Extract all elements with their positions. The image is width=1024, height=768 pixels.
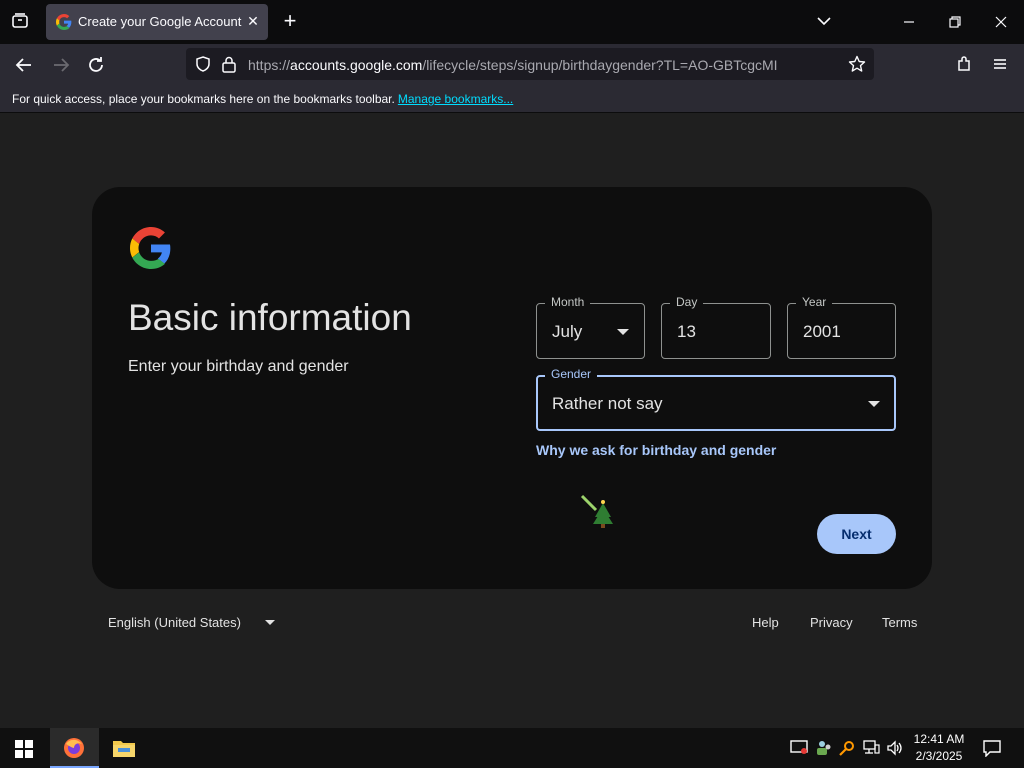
tab-bar: Create your Google Account ✕ + <box>0 0 1024 44</box>
shield-icon[interactable] <box>194 55 212 73</box>
help-link[interactable]: Help <box>752 615 779 630</box>
gender-dropdown-caret-icon <box>868 401 880 407</box>
clock-time: 12:41 AM <box>913 732 965 746</box>
page-title: Basic information <box>128 297 412 338</box>
windows-taskbar: 12:41 AM 2/3/2025 <box>0 728 1024 768</box>
url-domain: accounts.google.com <box>290 57 423 73</box>
windows-start-icon[interactable] <box>15 740 33 758</box>
signup-card: Basic information Enter your birthday an… <box>92 187 932 589</box>
tab-close-icon[interactable]: ✕ <box>242 10 264 32</box>
tray-monitor-icon[interactable] <box>790 740 808 756</box>
tray-key-icon[interactable] <box>838 739 856 757</box>
url-text[interactable]: https://accounts.google.com/lifecycle/st… <box>248 57 778 73</box>
bookmark-star-icon[interactable] <box>848 55 866 73</box>
file-explorer-icon[interactable] <box>112 738 136 758</box>
gender-value: Rather not say <box>552 394 663 413</box>
month-select[interactable]: Month July <box>536 295 645 359</box>
google-logo-icon <box>130 227 171 269</box>
gender-label: Gender <box>545 367 598 381</box>
notification-center-icon[interactable] <box>982 739 1002 758</box>
privacy-link[interactable]: Privacy <box>810 615 853 630</box>
language-select[interactable]: English (United States) <box>108 614 288 632</box>
day-value: 13 <box>677 322 696 341</box>
close-window-icon[interactable] <box>993 14 1009 30</box>
google-favicon-icon <box>56 14 72 30</box>
back-arrow-icon[interactable] <box>14 55 34 75</box>
bookmarks-toolbar: For quick access, place your bookmarks h… <box>0 86 1024 113</box>
tab-active[interactable]: Create your Google Account ✕ <box>46 4 268 40</box>
menu-hamburger-icon[interactable] <box>991 55 1009 73</box>
lock-icon[interactable] <box>221 55 237 73</box>
restore-icon[interactable] <box>947 14 963 30</box>
bookmarks-hint: For quick access, place your bookmarks h… <box>12 92 513 106</box>
year-value: 2001 <box>803 322 841 341</box>
month-label: Month <box>545 295 591 309</box>
cursor-icon <box>580 493 616 529</box>
language-value: English (United States) <box>108 615 241 630</box>
page-subtitle: Enter your birthday and gender <box>128 358 349 375</box>
terms-link[interactable]: Terms <box>882 615 917 630</box>
list-tabs-chevron-icon[interactable] <box>816 14 834 28</box>
day-label: Day <box>670 295 704 309</box>
bookmarks-hint-text: For quick access, place your bookmarks h… <box>12 92 395 106</box>
reload-icon[interactable] <box>86 55 106 75</box>
gender-select[interactable]: Gender Rather not say <box>536 367 896 431</box>
tray-people-icon[interactable] <box>815 739 833 757</box>
manage-bookmarks-link[interactable]: Manage bookmarks... <box>398 92 513 106</box>
why-we-ask-link[interactable]: Why we ask for birthday and gender <box>536 442 776 458</box>
firefox-icon <box>64 738 84 758</box>
language-caret-icon <box>265 620 275 625</box>
tab-title: Create your Google Account <box>78 14 242 29</box>
url-prefix: https:// <box>248 57 291 73</box>
year-label: Year <box>796 295 833 309</box>
clock-date: 2/3/2025 <box>915 749 963 763</box>
taskbar-firefox-button[interactable] <box>50 728 99 768</box>
month-value: July <box>552 322 583 341</box>
minimize-icon[interactable] <box>901 14 917 30</box>
year-input[interactable]: Year 2001 <box>787 295 896 359</box>
tray-network-icon[interactable] <box>862 739 880 757</box>
tab-list-icon[interactable] <box>10 12 30 32</box>
extensions-icon[interactable] <box>955 55 975 75</box>
next-button[interactable]: Next <box>817 514 896 554</box>
url-path: /lifecycle/steps/signup/birthdaygender?T… <box>422 57 778 73</box>
taskbar-clock[interactable]: 12:41 AM 2/3/2025 <box>902 731 976 765</box>
address-bar[interactable]: https://accounts.google.com/lifecycle/st… <box>186 48 874 80</box>
day-input[interactable]: Day 13 <box>661 295 771 359</box>
month-dropdown-caret-icon <box>617 329 629 335</box>
new-tab-button[interactable]: + <box>278 9 302 33</box>
forward-arrow-icon[interactable] <box>51 55 71 75</box>
